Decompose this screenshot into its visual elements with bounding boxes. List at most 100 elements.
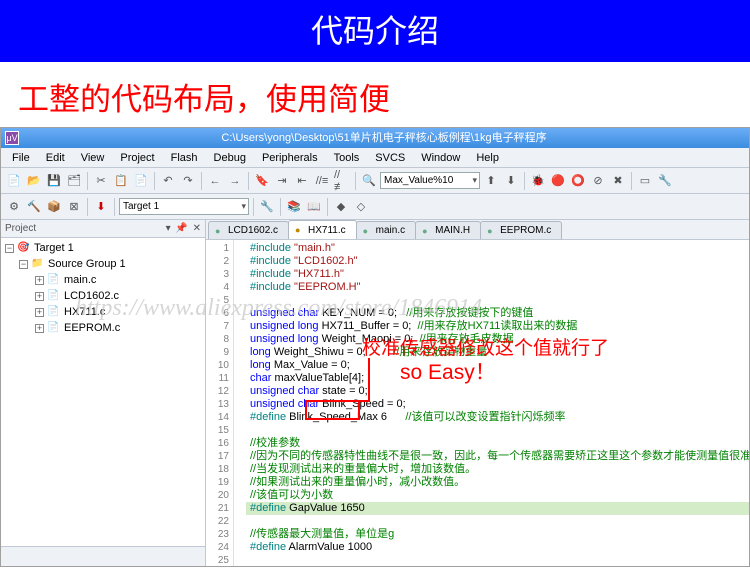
open-icon[interactable]: 📂 <box>25 172 43 190</box>
save-icon[interactable]: 💾 <box>45 172 63 190</box>
expand-icon[interactable]: + <box>35 324 44 333</box>
menu-window[interactable]: Window <box>414 150 467 166</box>
debug-icon[interactable]: 🐞 <box>529 172 547 190</box>
panel-pin-icon[interactable]: 📌 <box>175 223 187 234</box>
titlebar: μV C:\Users\yong\Desktop\51单片机电子秤核心板例程\1… <box>1 128 749 148</box>
options-icon[interactable]: 🔧 <box>258 198 276 216</box>
ide-window: μV C:\Users\yong\Desktop\51单片机电子秤核心板例程\1… <box>0 127 750 567</box>
tool2-icon[interactable]: ◇ <box>352 198 370 216</box>
menu-project[interactable]: Project <box>113 150 161 166</box>
tab-lcd1602[interactable]: ●LCD1602.c <box>208 221 289 239</box>
paste-icon[interactable]: 📄 <box>132 172 150 190</box>
menu-edit[interactable]: Edit <box>39 150 72 166</box>
editor-tabs: ●LCD1602.c ●HX711.c ●main.c ●MAIN.H ●EEP… <box>206 220 749 240</box>
menu-flash[interactable]: Flash <box>164 150 205 166</box>
code-lines[interactable]: #include "main.h"#include "LCD1602.h"#in… <box>246 240 749 566</box>
find-combo[interactable]: Max_Value%10 <box>380 172 480 189</box>
cfile-icon: 📄 <box>47 290 61 302</box>
banner: 代码介绍 <box>0 0 750 62</box>
tab-main-c[interactable]: ●main.c <box>356 221 416 239</box>
tree-group[interactable]: − 📁 Source Group 1 <box>1 256 205 272</box>
editor-area: ●LCD1602.c ●HX711.c ●main.c ●MAIN.H ●EEP… <box>206 220 749 566</box>
menu-tools[interactable]: Tools <box>327 150 367 166</box>
menu-debug[interactable]: Debug <box>207 150 253 166</box>
undo-icon[interactable]: ↶ <box>159 172 177 190</box>
project-panel-tabs <box>1 546 205 566</box>
toolbar-2: ⚙ 🔨 📦 ⊠ ⬇ Target 1 🔧 📚 📖 ◆ ◇ <box>1 194 749 220</box>
find-icon[interactable]: 🔍 <box>360 172 378 190</box>
panel-dropdown-icon[interactable]: ▾ <box>166 223 171 234</box>
collapse-icon[interactable]: − <box>19 260 28 269</box>
bp-disable-icon[interactable]: ⊘ <box>589 172 607 190</box>
find-next-icon[interactable]: ⬇ <box>502 172 520 190</box>
books-icon[interactable]: 📖 <box>305 198 323 216</box>
manage-icon[interactable]: 📚 <box>285 198 303 216</box>
collapse-icon[interactable]: − <box>5 244 14 253</box>
hfile-icon: ● <box>422 226 432 236</box>
project-tree: − 🎯 Target 1 − 📁 Source Group 1 + 📄 main… <box>1 238 205 546</box>
redo-icon[interactable]: ↷ <box>179 172 197 190</box>
download-icon[interactable]: ⬇ <box>92 198 110 216</box>
tree-target[interactable]: − 🎯 Target 1 <box>1 240 205 256</box>
menubar: File Edit View Project Flash Debug Perip… <box>1 148 749 168</box>
cfile-icon: ● <box>215 226 225 236</box>
new-file-icon[interactable]: 📄 <box>5 172 23 190</box>
code-editor[interactable]: 1234567891011121314151617181920212223242… <box>206 240 749 566</box>
menu-help[interactable]: Help <box>469 150 506 166</box>
tree-file[interactable]: + 📄 main.c <box>1 272 205 288</box>
cfile-icon: 📄 <box>47 274 61 286</box>
expand-icon[interactable]: + <box>35 308 44 317</box>
breakpoint-icon[interactable]: 🔴 <box>549 172 567 190</box>
app-icon: μV <box>5 131 19 145</box>
uncomment-icon[interactable]: //≢ <box>333 172 351 190</box>
target-icon: 🎯 <box>17 242 31 254</box>
cfile-icon: 📄 <box>47 322 61 334</box>
cfile-icon: ● <box>295 225 305 235</box>
workarea: Project ▾ 📌 ✕ − 🎯 Target 1 − 📁 Source Gr… <box>1 220 749 566</box>
cfile-icon: ● <box>363 226 373 236</box>
tool1-icon[interactable]: ◆ <box>332 198 350 216</box>
folder-icon: 📁 <box>31 258 45 270</box>
bookmark-icon[interactable]: 🔖 <box>253 172 271 190</box>
tab-hx711[interactable]: ●HX711.c <box>288 220 357 239</box>
copy-icon[interactable]: 📋 <box>112 172 130 190</box>
nav-fwd-icon[interactable]: → <box>226 172 244 190</box>
line-gutter: 1234567891011121314151617181920212223242… <box>206 240 234 566</box>
menu-view[interactable]: View <box>74 150 112 166</box>
tree-file[interactable]: + 📄 LCD1602.c <box>1 288 205 304</box>
build-all-icon[interactable]: 📦 <box>45 198 63 216</box>
cfile-icon: ● <box>487 226 497 236</box>
project-header: Project ▾ 📌 ✕ <box>1 220 205 238</box>
nav-back-icon[interactable]: ← <box>206 172 224 190</box>
cfile-icon: 📄 <box>47 306 61 318</box>
indent-icon[interactable]: ⇥ <box>273 172 291 190</box>
stop-build-icon[interactable]: ⊠ <box>65 198 83 216</box>
expand-icon[interactable]: + <box>35 292 44 301</box>
menu-peripherals[interactable]: Peripherals <box>255 150 325 166</box>
project-header-label: Project <box>5 223 36 234</box>
menu-svcs[interactable]: SVCS <box>368 150 412 166</box>
project-panel: Project ▾ 📌 ✕ − 🎯 Target 1 − 📁 Source Gr… <box>1 220 206 566</box>
build-icon[interactable]: ⚙ <box>5 198 23 216</box>
tree-file[interactable]: + 📄 EEPROM.c <box>1 320 205 336</box>
expand-icon[interactable]: + <box>35 276 44 285</box>
menu-file[interactable]: File <box>5 150 37 166</box>
save-all-icon[interactable]: 🗂 <box>65 172 83 190</box>
bp-clear-icon[interactable]: ✖ <box>609 172 627 190</box>
tab-main-h[interactable]: ●MAIN.H <box>415 221 481 239</box>
toolbar-1: 📄 📂 💾 🗂 ✂ 📋 📄 ↶ ↷ ← → 🔖 ⇥ ⇤ //≡ //≢ 🔍 Ma… <box>1 168 749 194</box>
tab-eeprom[interactable]: ●EEPROM.c <box>480 221 562 239</box>
outdent-icon[interactable]: ⇤ <box>293 172 311 190</box>
panel-close-icon[interactable]: ✕ <box>193 223 201 234</box>
subtitle: 工整的代码布局，使用简便 <box>0 62 750 127</box>
config-icon[interactable]: 🔧 <box>656 172 674 190</box>
comment-icon[interactable]: //≡ <box>313 172 331 190</box>
target-combo[interactable]: Target 1 <box>119 198 249 215</box>
cut-icon[interactable]: ✂ <box>92 172 110 190</box>
window-icon[interactable]: ▭ <box>636 172 654 190</box>
window-title: C:\Users\yong\Desktop\51单片机电子秤核心板例程\1kg电… <box>23 128 745 148</box>
rebuild-icon[interactable]: 🔨 <box>25 198 43 216</box>
find-prev-icon[interactable]: ⬆ <box>482 172 500 190</box>
tree-file[interactable]: + 📄 HX711.c <box>1 304 205 320</box>
bp-toggle-icon[interactable]: ⭕ <box>569 172 587 190</box>
